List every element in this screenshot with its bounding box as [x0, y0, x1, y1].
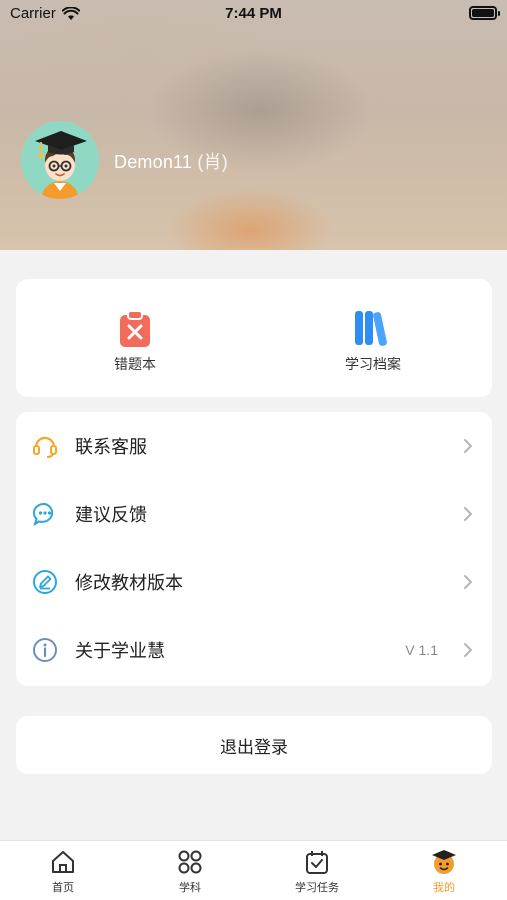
tab-label-me: 我的 — [433, 882, 455, 894]
settings-menu-card: 联系客服 建议反馈 修改教材版本 关于学业慧 V 1.1 — [16, 412, 492, 686]
chevron-right-icon — [464, 575, 473, 589]
headset-icon — [33, 436, 57, 458]
tab-label-subjects: 学科 — [179, 882, 201, 894]
logout-label: 退出登录 — [220, 737, 288, 757]
study-records-button[interactable]: 学习档案 — [254, 279, 492, 397]
menu-item-customer-service[interactable]: 联系客服 — [16, 412, 492, 480]
home-icon — [52, 851, 74, 873]
books-icon — [353, 310, 393, 346]
cartoon-boy-avatar-icon — [21, 121, 99, 199]
chevron-right-icon — [464, 507, 473, 521]
tab-me[interactable]: 我的 — [381, 841, 507, 900]
menu-item-about[interactable]: 关于学业慧 V 1.1 — [16, 616, 492, 684]
battery-icon — [469, 6, 500, 20]
study-records-label: 学习档案 — [345, 356, 401, 372]
tab-home[interactable]: 首页 — [0, 841, 126, 900]
menu-label-customer-service: 联系客服 — [75, 437, 147, 457]
user-name: Demon11 (肖) — [114, 148, 228, 174]
status-time: 7:44 PM — [225, 5, 282, 22]
user-name-tag: (肖) — [197, 152, 228, 172]
menu-item-textbook-version[interactable]: 修改教材版本 — [16, 548, 492, 616]
app-version: V 1.1 — [405, 642, 438, 658]
user-name-text: Demon11 — [114, 152, 193, 172]
logout-button[interactable]: 退出登录 — [16, 716, 492, 774]
avatar[interactable] — [21, 121, 99, 199]
info-icon — [33, 638, 57, 662]
tab-subjects[interactable]: 学科 — [127, 841, 253, 900]
quick-actions-card: 错题本 学习档案 — [16, 279, 492, 397]
tab-bar: 首页 学科 学习任务 我的 — [0, 840, 507, 900]
chevron-right-icon — [464, 439, 473, 453]
status-bar: Carrier 7:44 PM — [0, 0, 507, 28]
menu-label-feedback: 建议反馈 — [75, 505, 147, 525]
tab-tasks[interactable]: 学习任务 — [254, 841, 380, 900]
profile-header: Carrier 7:44 PM Demon11 (肖) — [0, 0, 507, 250]
tab-label-tasks: 学习任务 — [295, 882, 339, 894]
tab-label-home: 首页 — [52, 882, 74, 894]
chevron-right-icon — [464, 643, 473, 657]
clipboard-x-icon — [115, 310, 155, 347]
wrong-questions-button[interactable]: 错题本 — [16, 279, 254, 397]
edit-pen-icon — [33, 570, 57, 594]
grid-icon — [178, 850, 202, 874]
menu-item-feedback[interactable]: 建议反馈 — [16, 480, 492, 548]
chat-bubble-icon — [32, 502, 54, 527]
menu-label-about: 关于学业慧 — [75, 641, 165, 661]
calendar-check-icon — [306, 851, 328, 874]
profile-face-icon — [432, 850, 456, 874]
profile-screen: Carrier 7:44 PM Demon11 (肖) 错题本 学习档案 联系客… — [0, 0, 507, 900]
menu-label-textbook-version: 修改教材版本 — [75, 573, 183, 593]
wrong-questions-label: 错题本 — [114, 356, 156, 372]
